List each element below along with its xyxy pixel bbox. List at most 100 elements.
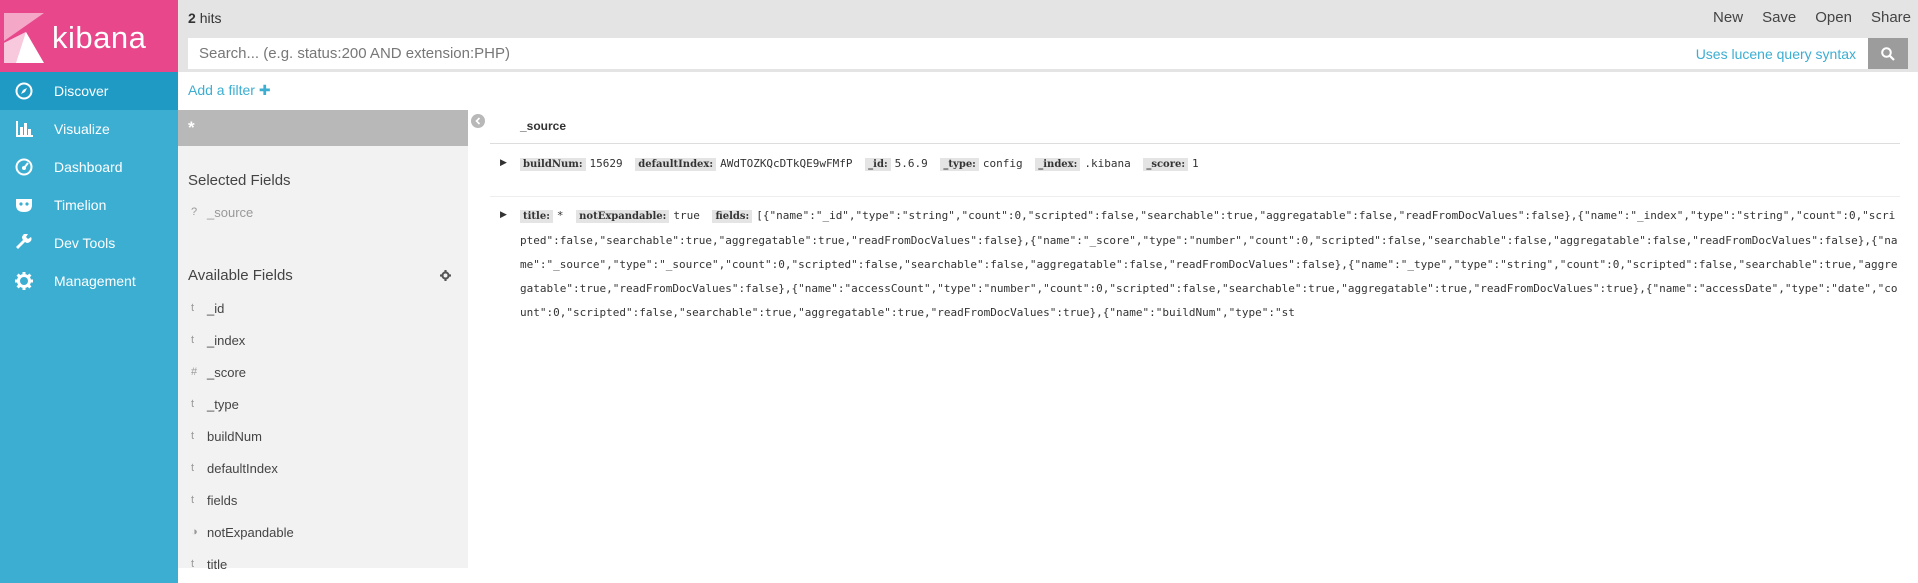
doc-key: buildNum:	[520, 158, 586, 171]
field-type-icon: ?	[191, 206, 198, 218]
field-name: fields	[207, 492, 238, 508]
doc-value: true	[673, 209, 700, 222]
nav-item-management[interactable]: Management	[0, 262, 178, 300]
nav-label: Visualize	[54, 121, 110, 137]
add-filter-label: Add a filter	[188, 82, 255, 98]
doc-value: AWdTOZKQcDTkQE9wFMfP	[720, 157, 853, 170]
field-name: title	[207, 556, 228, 572]
hits-count: 2 hits	[188, 10, 221, 26]
kibana-logo[interactable]: kibana	[0, 0, 178, 72]
doc-key: _type:	[940, 158, 979, 171]
nav-label: Discover	[54, 83, 109, 99]
field-type-icon: t	[191, 302, 195, 314]
new-button[interactable]: New	[1713, 9, 1743, 26]
field-name: _score	[207, 364, 247, 380]
open-button[interactable]: Open	[1815, 9, 1852, 26]
doc-key: _score:	[1143, 158, 1189, 171]
doc-key: defaultIndex:	[635, 158, 717, 171]
timelion-mask-icon	[15, 197, 41, 213]
field-item-source[interactable]: ? _source	[178, 196, 468, 228]
field-item-type[interactable]: t _type	[178, 388, 468, 420]
top-menu: New Save Open Share	[1713, 9, 1918, 26]
doc-value: 5.6.9	[894, 157, 928, 170]
doc-value: .kibana	[1084, 157, 1131, 170]
doc-key: title:	[520, 210, 553, 223]
expand-row-caret-icon[interactable]: ▶	[500, 209, 507, 220]
available-fields-header: Available Fields	[178, 265, 468, 285]
app-name: kibana	[52, 20, 147, 55]
boolean-type-icon: ◑	[191, 526, 198, 538]
field-name: _index	[207, 332, 246, 348]
nav-label: Management	[54, 273, 136, 289]
filter-bar: Add a filter ✚	[178, 72, 1918, 110]
global-nav: kibana Discover Visualize Dashboard Time…	[0, 0, 178, 583]
nav-item-dev-tools[interactable]: Dev Tools	[0, 224, 178, 262]
field-item-defaultindex[interactable]: t defaultIndex	[178, 452, 468, 484]
field-type-icon: t	[191, 398, 195, 410]
field-name: notExpandable	[207, 524, 294, 540]
nav-label: Dashboard	[54, 159, 123, 175]
field-item-buildnum[interactable]: t buildNum	[178, 420, 468, 452]
row-divider	[490, 196, 1900, 197]
doc-key: notExpandable:	[576, 210, 670, 223]
index-pattern-selector[interactable]: *	[178, 110, 468, 146]
search-icon	[1881, 46, 1895, 61]
compass-icon	[15, 82, 41, 100]
doc-value: [{"name":"_id","type":"string","count":0…	[520, 209, 1898, 319]
nav-item-visualize[interactable]: Visualize	[0, 110, 178, 148]
hits-number: 2	[188, 10, 196, 26]
doc-value: 1	[1192, 157, 1199, 170]
nav-label: Timelion	[54, 197, 107, 213]
field-item-fields[interactable]: t fields	[178, 484, 468, 516]
field-item-notexpandable[interactable]: ◑ notExpandable	[178, 516, 468, 548]
nav-item-dashboard[interactable]: Dashboard	[0, 148, 178, 186]
field-name: defaultIndex	[207, 460, 278, 476]
field-name: buildNum	[207, 428, 262, 444]
field-item-title[interactable]: t title	[178, 548, 468, 580]
field-type-icon: #	[191, 366, 198, 378]
chevron-left-icon	[475, 117, 481, 125]
field-name: _id	[207, 300, 225, 316]
query-bar: 2 hits New Save Open Share Uses lucene q…	[178, 0, 1918, 72]
nav-label: Dev Tools	[54, 235, 116, 251]
field-name: _source	[207, 204, 254, 220]
add-filter-link[interactable]: Add a filter ✚	[188, 82, 271, 99]
available-fields-title: Available Fields	[188, 266, 293, 284]
table-row: title: * notExpandable: true fields: [{"nam…	[520, 204, 1900, 325]
header-divider	[490, 143, 1900, 144]
nav-item-timelion[interactable]: Timelion	[0, 186, 178, 224]
column-header-source: _source	[520, 119, 567, 133]
table-row: buildNum: 15629 defaultIndex: AWdTOZKQcDTk…	[520, 152, 1900, 177]
field-item-score[interactable]: # _score	[178, 356, 468, 388]
doc-value: 15629	[589, 157, 623, 170]
save-button[interactable]: Save	[1762, 9, 1796, 26]
field-name: _type	[207, 396, 239, 412]
field-type-icon: t	[191, 430, 195, 442]
dashboard-gauge-icon	[15, 158, 41, 176]
available-fields-list: t _id t _index # _score t _type t buildN…	[178, 292, 468, 580]
field-item-index[interactable]: t _index	[178, 324, 468, 356]
field-type-icon: t	[191, 494, 195, 506]
search-button[interactable]	[1868, 38, 1908, 69]
field-type-icon: t	[191, 462, 195, 474]
collapse-sidebar-button[interactable]	[471, 114, 485, 128]
doc-key: _id:	[865, 158, 891, 171]
wrench-icon	[15, 234, 41, 252]
doc-key: _index:	[1035, 158, 1081, 171]
plus-icon: ✚	[258, 82, 271, 98]
nav-item-discover[interactable]: Discover	[0, 72, 178, 110]
expand-row-caret-icon[interactable]: ▶	[500, 157, 507, 168]
field-sidebar: * Selected Fields ? _source Available Fi…	[178, 110, 468, 572]
gear-icon	[15, 272, 41, 290]
doc-value: *	[556, 209, 564, 222]
bar-chart-icon	[15, 121, 41, 137]
lucene-syntax-link[interactable]: Uses lucene query syntax	[1696, 46, 1856, 62]
selected-fields-title: Selected Fields	[188, 172, 291, 189]
kibana-logo-icon	[4, 13, 44, 63]
doc-key: fields:	[712, 210, 753, 223]
search-input[interactable]	[188, 38, 1696, 69]
field-settings-gear-icon[interactable]	[440, 268, 451, 284]
field-item-id[interactable]: t _id	[178, 292, 468, 324]
share-button[interactable]: Share	[1871, 9, 1911, 26]
hits-label: hits	[199, 10, 222, 26]
